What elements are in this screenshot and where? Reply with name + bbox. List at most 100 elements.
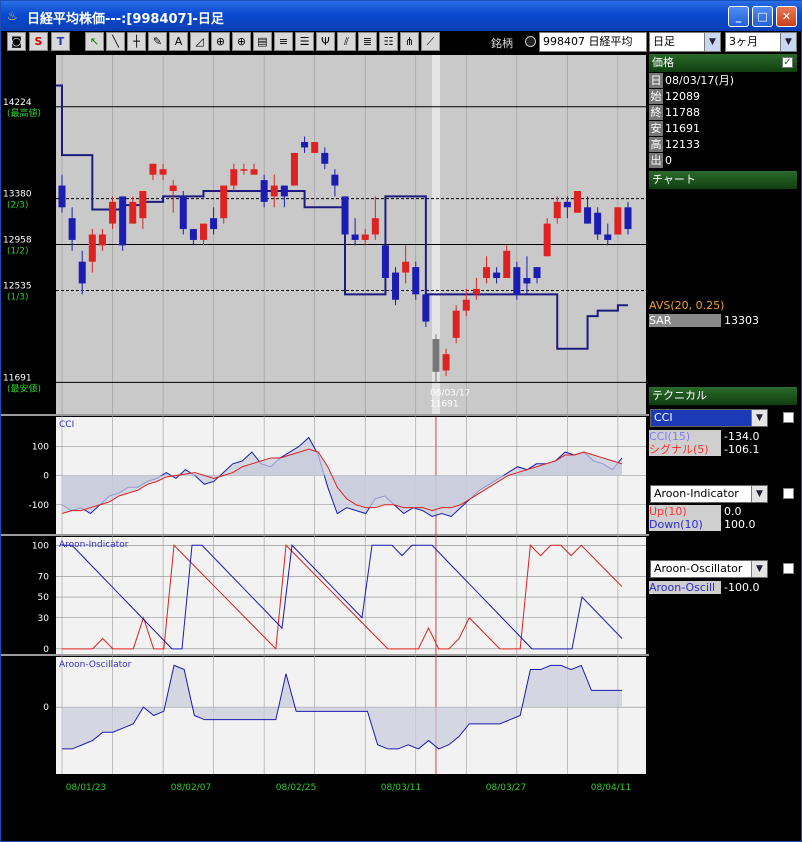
low-date-annotation: 08/03/17 — [430, 388, 470, 398]
pen-icon[interactable]: ✎ — [148, 32, 167, 51]
chevron-down-icon[interactable]: ▼ — [780, 33, 796, 51]
chart-canvas[interactable]: 14224(最高値) 13380(2/3) 12958(1/2) 12535(1/3)… — [1, 53, 649, 798]
range-value: 3ヶ月 — [729, 35, 758, 48]
cross-icon[interactable]: ┼ — [127, 32, 146, 51]
candle-body — [179, 196, 187, 230]
price-row: 始 12089 — [649, 89, 700, 105]
indicator-title: CCI — [59, 420, 74, 430]
list-icon[interactable]: ≣ — [358, 32, 377, 51]
chart-header: チャート — [649, 171, 797, 189]
aroon-checkbox[interactable] — [783, 488, 794, 499]
candle-body — [614, 207, 622, 235]
price-row-value: 11788 — [665, 106, 700, 119]
maximize-button[interactable]: □ — [752, 6, 773, 27]
x-axis-label: 08/02/07 — [171, 783, 211, 793]
hlines-icon[interactable]: ≡ — [274, 32, 293, 51]
indicator-title: Aroon-Oscillator — [59, 660, 132, 670]
tool-t-button[interactable]: T — [51, 32, 70, 51]
title-bar[interactable]: ♨ 日経平均株価---:[998407]-日足 _ □ ✕ — [1, 1, 802, 31]
indicator-name: シグナル(5) — [649, 443, 721, 456]
text-a-button[interactable]: A — [169, 32, 188, 51]
chevron-down-icon[interactable]: ▼ — [751, 486, 767, 502]
x-axis-label: 08/03/27 — [486, 783, 526, 793]
indicator-tick-label: 0 — [43, 645, 49, 655]
price-row-label: 高 — [649, 137, 663, 152]
eraser-icon[interactable]: ◿ — [190, 32, 209, 51]
chevron-down-icon[interactable]: ▼ — [704, 33, 720, 51]
candle-body — [139, 190, 147, 219]
candle-body — [220, 185, 228, 219]
gann-icon[interactable]: ☷ — [379, 32, 398, 51]
price-axis-sublabel: (1/2) — [7, 247, 29, 257]
fork-icon[interactable]: Ψ — [316, 32, 335, 51]
candle-body — [331, 174, 339, 186]
price-row-value: 08/03/17(月) — [665, 74, 734, 87]
price-row-label: 始 — [649, 89, 663, 104]
symbol-label: 銘柄 — [491, 37, 513, 50]
period-value: 日足 — [653, 35, 675, 48]
aroon-select[interactable]: Aroon-Indicator ▼ — [650, 485, 768, 503]
price-row-label: 日 — [649, 73, 663, 88]
toolbar: ◙ S T ↖ ╲ ┼ ✎ A ◿ ⊕ ⊕ ▤ ≡ ☰ Ψ ⫽ ≣ ☷ ⋔ ⟋ … — [3, 31, 801, 53]
candle-body — [493, 272, 501, 279]
close-button[interactable]: ✕ — [776, 6, 797, 27]
price-checkbox[interactable]: ✓ — [782, 57, 793, 68]
cci-select[interactable]: CCI ▼ — [650, 409, 768, 427]
zoom-icon[interactable]: ⊕ — [211, 32, 230, 51]
candle-body — [109, 201, 117, 224]
price-axis-label: 11691 — [3, 373, 32, 383]
candle-body — [624, 207, 632, 230]
fib-icon[interactable]: ☰ — [295, 32, 314, 51]
price-axis-label: 13380 — [3, 190, 32, 200]
indicator-value: 100.0 — [724, 518, 756, 531]
candle-body — [543, 223, 551, 257]
search-icon[interactable] — [525, 36, 536, 47]
candle-body — [159, 169, 167, 175]
chevron-down-icon[interactable]: ▼ — [751, 561, 767, 577]
price-row: 安 11691 — [649, 121, 700, 137]
sar-value: 13303 — [724, 314, 759, 327]
candle-body — [533, 267, 541, 279]
indicator-tick-label: 100 — [32, 442, 49, 452]
period-select[interactable]: 日足 ▼ — [649, 32, 721, 52]
line-icon[interactable]: ╲ — [106, 32, 125, 51]
cursor-icon[interactable]: ↖ — [85, 32, 104, 51]
candle-body — [240, 169, 248, 171]
price-row-value: 0 — [665, 154, 672, 167]
price-row-value: 12089 — [665, 90, 700, 103]
indicator-value-row: Up(10) 0.0 — [649, 505, 742, 518]
minimize-button[interactable]: _ — [728, 6, 749, 27]
cci-checkbox[interactable] — [783, 412, 794, 423]
zoom-in-icon[interactable]: ⊕ — [232, 32, 251, 51]
symbol-field[interactable]: 998407 日経平均 — [539, 32, 647, 52]
osc-select-value: Aroon-Oscillator — [654, 562, 743, 575]
indicator-tick-label: 30 — [38, 614, 50, 624]
candle-body — [129, 201, 137, 224]
indicator-tick-label: 0 — [43, 472, 49, 482]
candle-body — [98, 234, 106, 246]
candle-body — [119, 196, 127, 246]
candle-body — [200, 223, 207, 240]
price-header-label: 価格 — [652, 56, 674, 69]
price-axis-label: 12535 — [3, 282, 32, 292]
channel-icon[interactable]: ⫽ — [337, 32, 356, 51]
printer-icon[interactable]: ▤ — [253, 32, 272, 51]
indicator-value-row: CCI(15) -134.0 — [649, 430, 759, 443]
candle-body — [392, 272, 400, 300]
price-row-value: 11691 — [665, 122, 700, 135]
osc-select[interactable]: Aroon-Oscillator ▼ — [650, 560, 768, 578]
range-select[interactable]: 3ヶ月 ▼ — [725, 32, 797, 52]
candle-body — [58, 185, 66, 208]
camera-icon[interactable]: ◙ — [7, 32, 26, 51]
price-panel — [56, 55, 646, 414]
tool-s-button[interactable]: S — [29, 32, 48, 51]
indicator-tick-label: -100 — [29, 501, 50, 511]
candle-body — [149, 163, 157, 175]
chevron-down-icon[interactable]: ▼ — [751, 410, 767, 426]
low-value-annotation: 11691 — [430, 399, 459, 409]
price-row-label: 安 — [649, 121, 663, 136]
osc-checkbox[interactable] — [783, 563, 794, 574]
price-axis-sublabel: (最高値) — [7, 107, 41, 119]
fan-icon[interactable]: ⋔ — [400, 32, 419, 51]
wave-icon[interactable]: ⟋ — [421, 32, 440, 51]
